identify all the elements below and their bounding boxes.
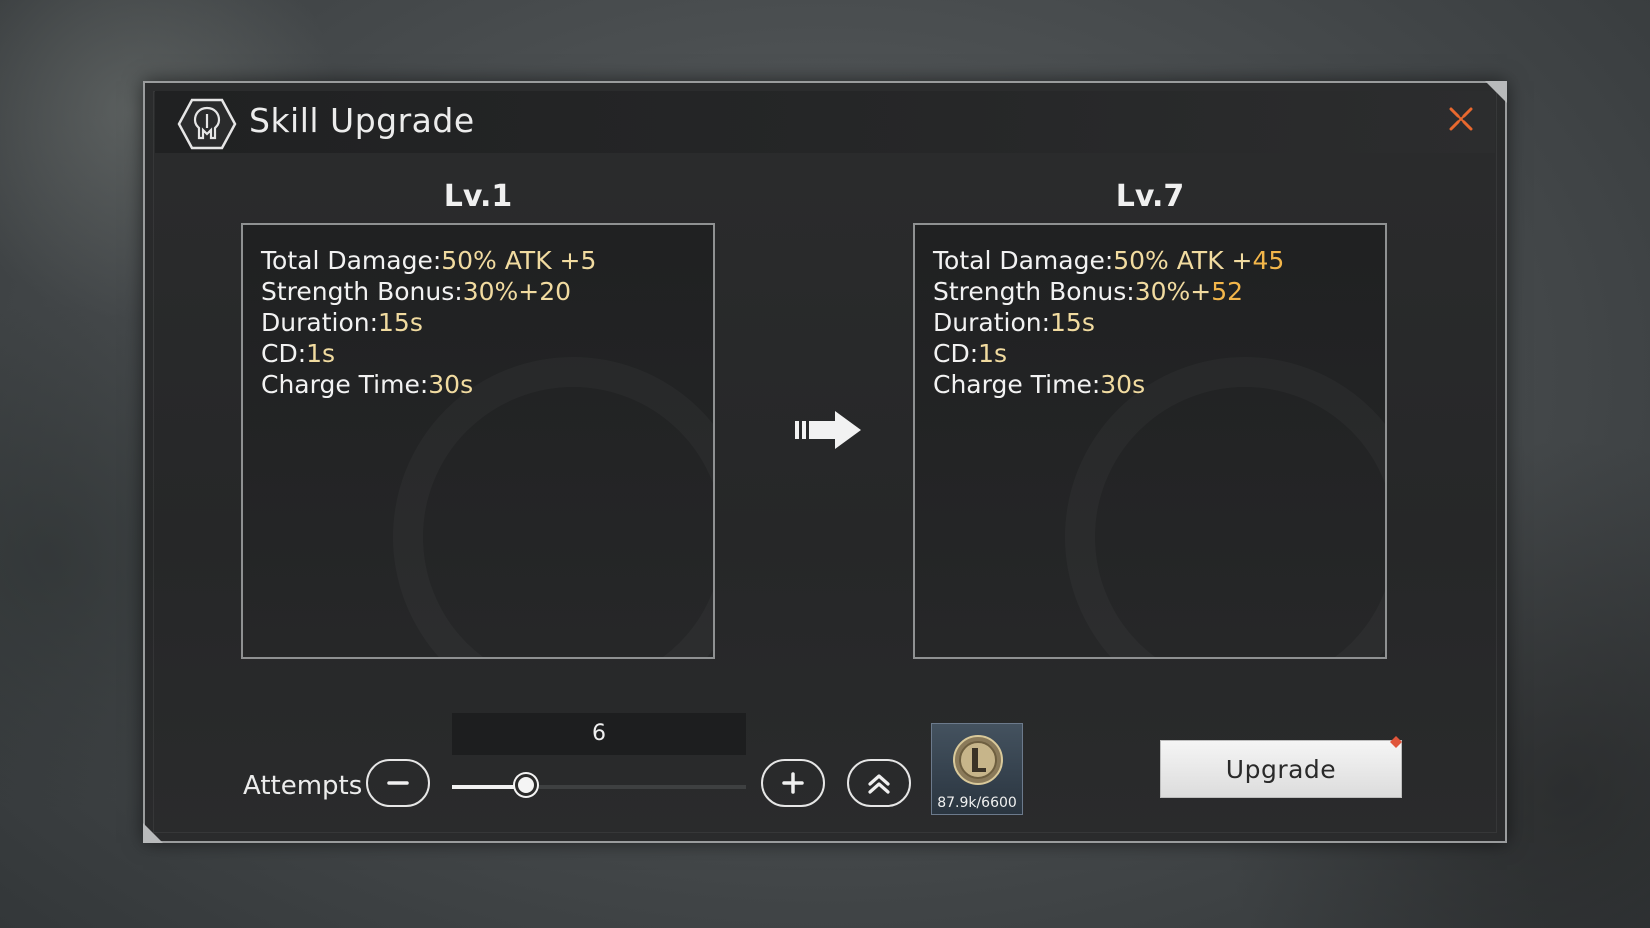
slider-thumb[interactable]	[514, 774, 537, 796]
cost-item-quantity: 87.9k/6600	[937, 795, 1017, 811]
cost-item-card[interactable]: 87.9k/6600	[931, 723, 1023, 815]
stat-strength-bonus: Strength Bonus:30%+52	[933, 277, 1244, 306]
corner-accent-bottom-left	[143, 823, 163, 843]
current-stats-panel: Total Damage:50% ATK +5 Strength Bonus:3…	[241, 223, 715, 659]
stat-total-damage: Total Damage:50% ATK +5	[261, 246, 597, 275]
notification-badge-icon	[1390, 736, 1402, 748]
stat-total-damage: Total Damage:50% ATK +45	[933, 246, 1285, 275]
increase-attempts-button[interactable]	[761, 759, 825, 807]
stat-duration: Duration:15s	[933, 308, 1095, 337]
skill-tree-icon	[177, 98, 237, 150]
coin-icon	[953, 735, 1003, 785]
plus-icon	[782, 772, 804, 794]
max-attempts-button[interactable]	[847, 759, 911, 807]
current-level-label: Lv.1	[443, 179, 513, 214]
double-chevron-up-icon	[868, 774, 890, 794]
close-icon[interactable]	[1447, 105, 1475, 133]
upgrade-button[interactable]: Upgrade	[1160, 740, 1402, 798]
next-stats-panel: Total Damage:50% ATK +45 Strength Bonus:…	[913, 223, 1387, 659]
stat-charge-time: Charge Time:30s	[261, 370, 474, 399]
stat-strength-bonus: Strength Bonus:30%+20	[261, 277, 572, 306]
arrow-right-icon	[795, 411, 861, 449]
attempts-slider[interactable]	[452, 774, 746, 796]
attempts-count: 6	[452, 713, 746, 755]
decrease-attempts-button[interactable]	[366, 759, 430, 807]
minus-icon	[387, 781, 409, 785]
stat-charge-time: Charge Time:30s	[933, 370, 1146, 399]
attempts-label: Attempts	[243, 771, 363, 801]
panel-decoration	[393, 357, 713, 657]
stat-duration: Duration:15s	[261, 308, 423, 337]
panel-decoration	[1065, 357, 1385, 657]
dialog-title: Skill Upgrade	[249, 101, 475, 140]
stat-cd: CD:1s	[933, 339, 1008, 368]
stat-cd: CD:1s	[261, 339, 336, 368]
next-level-label: Lv.7	[1115, 179, 1185, 214]
skill-upgrade-dialog: Skill Upgrade Lv.1 Total Damage:50% ATK …	[143, 81, 1507, 843]
